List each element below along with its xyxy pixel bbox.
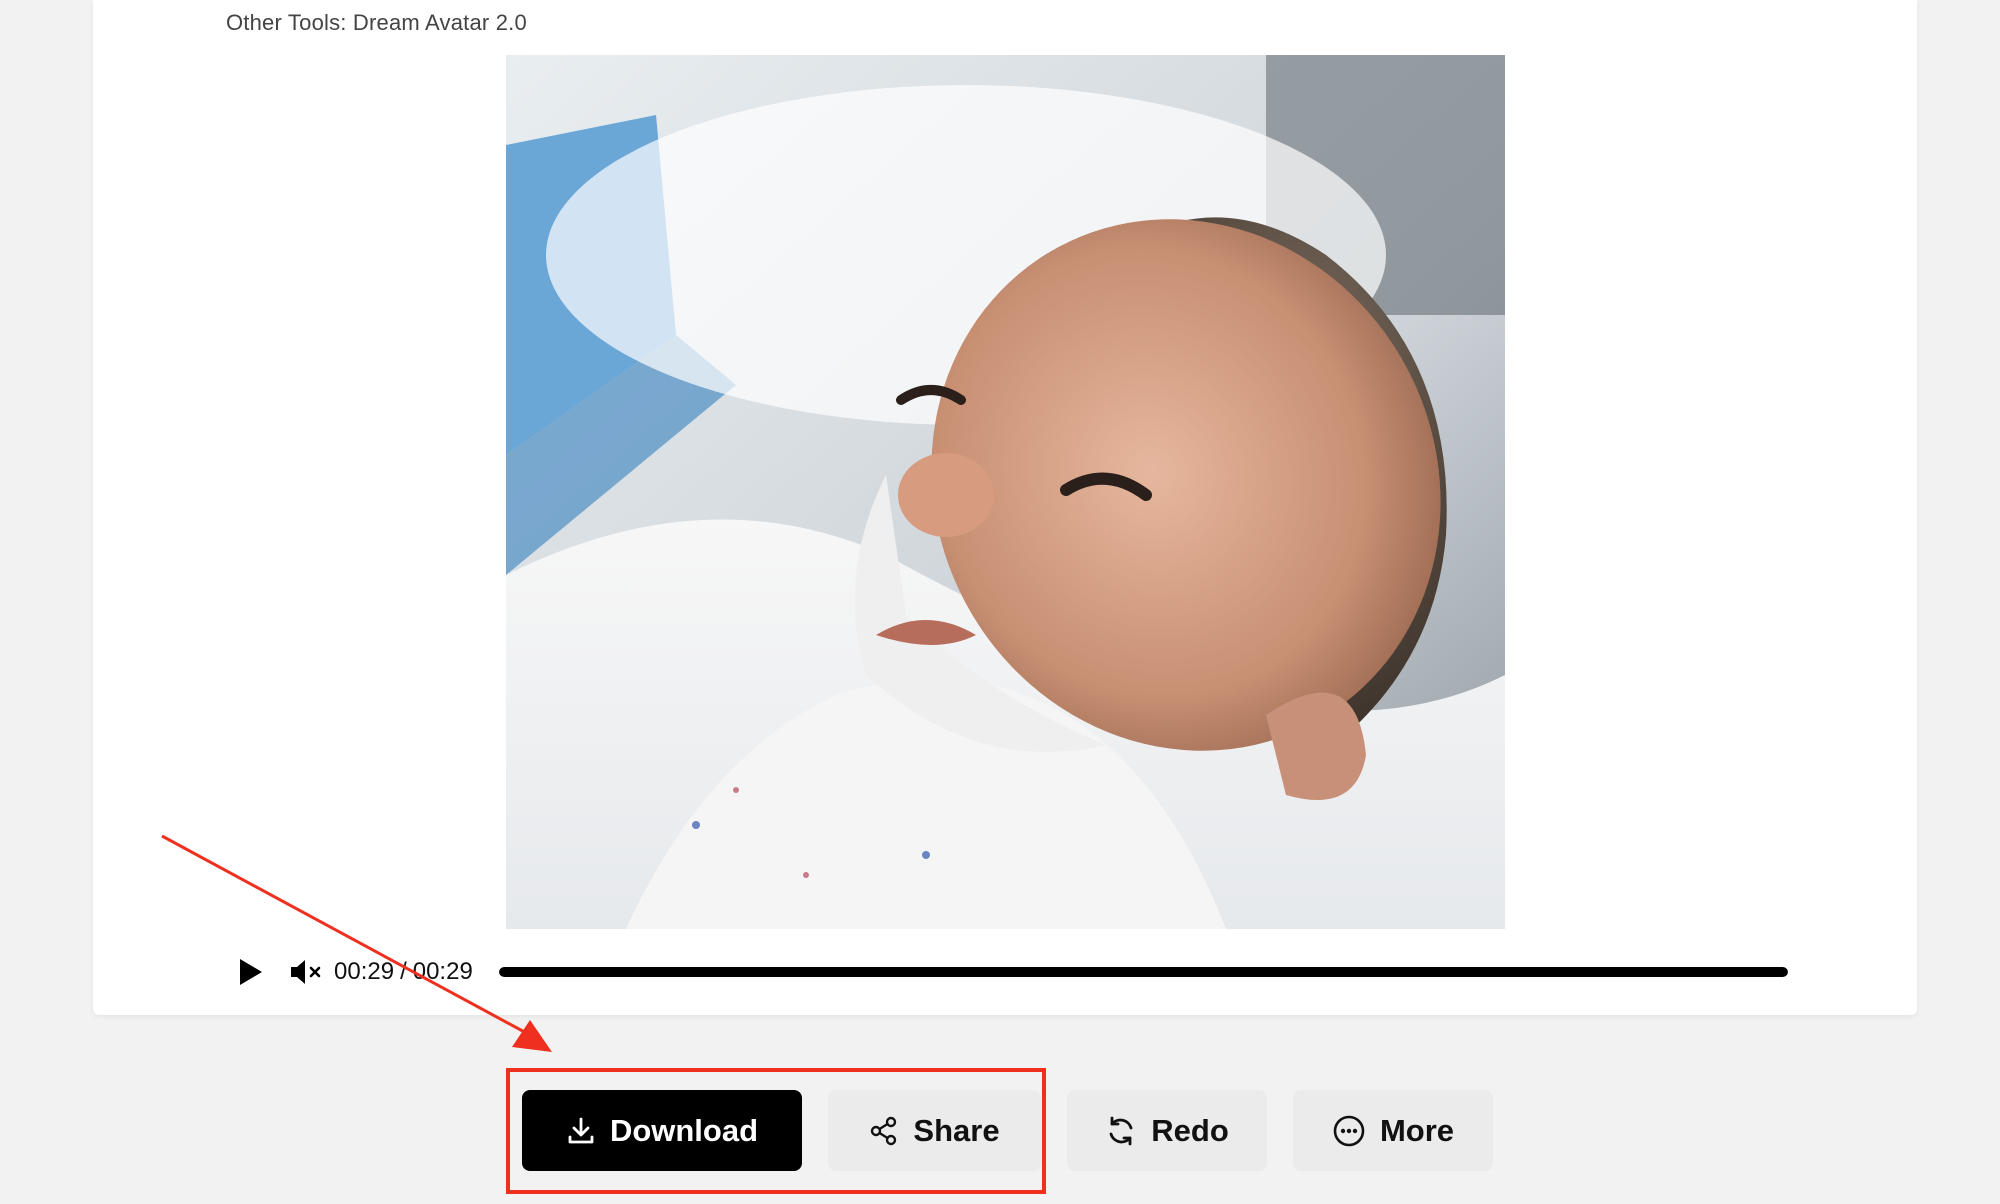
share-icon [871, 1116, 897, 1145]
redo-button[interactable]: Redo [1067, 1090, 1267, 1171]
play-icon[interactable] [232, 954, 268, 990]
page: Other Tools: Dream Avatar 2.0 00:29 / 00… [0, 0, 2000, 1204]
duration: 00:29 [412, 958, 473, 985]
redo-label: Redo [1151, 1112, 1229, 1148]
newborn-baby-image [506, 55, 1505, 929]
time-display: 00:29/00:29 [334, 958, 473, 986]
more-icon [1333, 1115, 1365, 1146]
download-icon [568, 1117, 594, 1143]
redo-icon [1109, 1116, 1133, 1145]
other-tools-label: Other Tools: Dream Avatar 2.0 [226, 10, 527, 35]
current-time: 00:29 [334, 958, 395, 985]
download-button[interactable]: Download [522, 1090, 802, 1171]
more-label: More [1379, 1112, 1455, 1148]
more-button[interactable]: More [1293, 1090, 1493, 1171]
share-button[interactable]: Share [828, 1090, 1041, 1171]
download-label: Download [609, 1112, 759, 1148]
action-buttons: Download Share Redo More [522, 1090, 1493, 1171]
progress-fill [498, 967, 1788, 977]
progress-bar[interactable] [498, 967, 1788, 977]
video-controls: 00:29/00:29 [232, 952, 1788, 992]
video-preview[interactable] [506, 55, 1505, 929]
share-label: Share [913, 1112, 1000, 1148]
time-separator: / [400, 958, 407, 985]
muted-volume-icon[interactable] [288, 954, 324, 990]
